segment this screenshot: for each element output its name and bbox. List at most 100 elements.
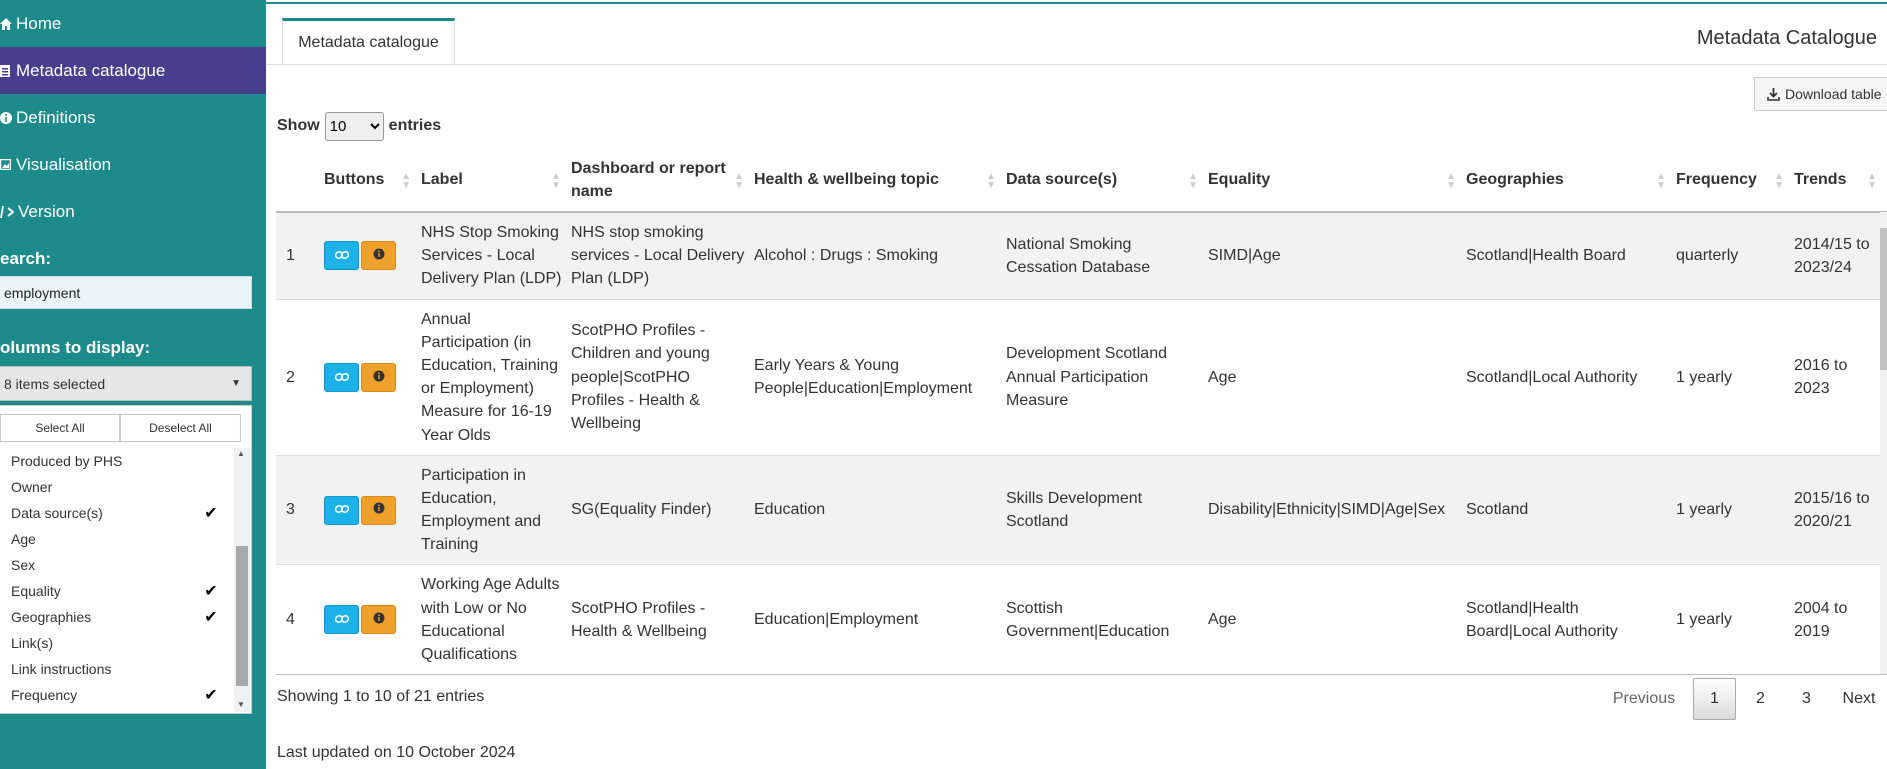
column-header[interactable]: Frequency ▲ ▼ [1676, 150, 1794, 213]
option-label: Link(s) [11, 635, 54, 651]
column-option[interactable]: Data source(s) ✔ [11, 500, 221, 526]
table-info: Showing 1 to 10 of 21 entries [277, 688, 485, 705]
column-option[interactable]: Link instructions [11, 656, 221, 682]
sort-icon: ▲ ▼ [1188, 170, 1198, 191]
geographies-cell: Scotland|Health Board [1466, 211, 1676, 300]
option-label: Link instructions [11, 661, 112, 677]
last-updated-text: Last updated on 10 October 2024 [277, 744, 516, 761]
page-button-1[interactable]: 1 [1693, 678, 1736, 720]
nav-metadata-catalogue[interactable]: Metadata catalogue [0, 47, 266, 94]
label-cell: Working Age Adults with Low or No Educat… [421, 564, 571, 674]
nav-definitions[interactable]: Definitions [0, 94, 266, 141]
sort-icon: ▲ ▼ [1446, 170, 1456, 191]
dashboard-cell: ScotPHO Profiles - Children and young pe… [571, 298, 754, 456]
nav-home[interactable]: Home [0, 0, 266, 47]
column-option[interactable]: Geographies ✔ [11, 604, 221, 630]
column-header[interactable]: Dashboard or report name ▲ ▼ [571, 150, 754, 213]
search-input[interactable] [0, 276, 252, 309]
nav-version[interactable]: Version [0, 188, 266, 235]
sidebar: Home Metadata catalogue Definitions Visu… [0, 0, 266, 769]
column-header-text: Frequency [1676, 171, 1757, 189]
topic-cell: Early Years & Young People|Education|Emp… [754, 298, 1006, 456]
tab-metadata-catalogue[interactable]: Metadata catalogue [282, 18, 455, 64]
previous-page-button[interactable]: Previous [1604, 678, 1684, 720]
column-option[interactable]: Age [11, 526, 221, 552]
download-table-button[interactable]: Download table [1754, 77, 1887, 111]
geographies-cell: Scotland [1466, 454, 1676, 565]
code-icon [0, 205, 14, 219]
columns-select[interactable]: 8 items selected ▼ [0, 366, 252, 401]
table-scrollbar-thumb[interactable] [1880, 228, 1887, 370]
column-header-text: Trends [1794, 171, 1847, 189]
options-scrollbar-thumb[interactable] [236, 546, 248, 686]
next-page-button[interactable]: Next [1834, 678, 1884, 720]
frequency-cell: quarterly [1676, 211, 1794, 300]
column-header[interactable]: Equality ▲ ▼ [1208, 150, 1466, 213]
dashboard-cell: NHS stop smoking services - Local Delive… [571, 211, 754, 300]
table-header-row: Buttons ▲ ▼ Label ▲ ▼ Dashboard or report na… [276, 150, 1887, 213]
source-cell: Scottish Government|Education [1006, 564, 1208, 674]
column-header[interactable]: Buttons ▲ ▼ [324, 150, 421, 213]
home-icon [0, 17, 12, 31]
check-icon: ✔ [204, 505, 218, 522]
download-icon [1767, 87, 1780, 101]
buttons-cell [324, 454, 421, 565]
link-button[interactable] [324, 241, 359, 271]
tab-divider [266, 64, 1887, 65]
sort-icon: ▲ ▼ [1867, 170, 1877, 191]
deselect-all-button[interactable]: Deselect All [120, 414, 241, 442]
column-option[interactable]: Frequency ✔ [11, 682, 221, 708]
topic-cell: Alcohol : Drugs : Smoking [754, 211, 1006, 300]
scroll-up-icon[interactable]: ▲ [237, 449, 245, 458]
link-button[interactable] [324, 605, 359, 635]
row-number: 3 [276, 454, 324, 565]
table-icon [0, 64, 12, 78]
frequency-cell: 1 yearly [1676, 564, 1794, 674]
column-header[interactable]: Label ▲ ▼ [421, 150, 571, 213]
trends-cell: 2004 to 2019 [1794, 564, 1887, 674]
catalogue-table: Buttons ▲ ▼ Label ▲ ▼ Dashboard or report na… [276, 150, 1887, 674]
column-option[interactable]: Link(s) [11, 630, 221, 656]
info-button[interactable] [361, 495, 396, 525]
option-label: Produced by PHS [11, 453, 123, 469]
label-cell: Annual Participation (in Education, Trai… [421, 298, 571, 456]
column-option[interactable]: Produced by PHS [11, 448, 221, 474]
column-header[interactable]: Geographies ▲ ▼ [1466, 150, 1676, 213]
topic-cell: Education [754, 454, 1006, 565]
column-header [276, 150, 324, 213]
link-button[interactable] [324, 495, 359, 525]
column-header[interactable]: Trends ▲ ▼ [1794, 150, 1887, 213]
select-all-button[interactable]: Select All [0, 414, 120, 442]
info-button[interactable] [361, 241, 396, 271]
info-button[interactable] [361, 605, 396, 635]
info-icon [373, 498, 385, 521]
table-row: 2 Annual Participation (in Education, Tr… [276, 298, 1887, 456]
check-icon: ✔ [204, 583, 218, 600]
catalogue-table-container: Buttons ▲ ▼ Label ▲ ▼ Dashboard or report na… [276, 150, 1887, 674]
page-button-2[interactable]: 2 [1739, 678, 1782, 720]
column-option[interactable]: Sex [11, 552, 221, 578]
page-button-3[interactable]: 3 [1785, 678, 1828, 720]
column-header[interactable]: Data source(s) ▲ ▼ [1006, 150, 1208, 213]
table-row: 4 Working Age Adults with Low or No Educ… [276, 564, 1887, 674]
link-button[interactable] [324, 362, 359, 392]
info-button[interactable] [361, 362, 396, 392]
columns-selected-text: 8 items selected [4, 375, 106, 392]
info-icon [373, 608, 385, 631]
entries-select[interactable]: 10 [324, 111, 384, 141]
column-option[interactable]: Equality ✔ [11, 578, 221, 604]
frequency-cell: 1 yearly [1676, 454, 1794, 565]
column-header[interactable]: Health & wellbeing topic ▲ ▼ [754, 150, 1006, 213]
column-option[interactable]: Owner [11, 474, 221, 500]
source-cell: National Smoking Cessation Database [1006, 211, 1208, 300]
nav-label: Visualisation [16, 154, 112, 174]
link-icon [334, 366, 349, 389]
equality-cell: Disability|Ethnicity|SIMD|Age|Sex [1208, 454, 1466, 565]
nav-visualisation[interactable]: Visualisation [0, 141, 266, 188]
page-title: Metadata Catalogue [1696, 27, 1877, 49]
caret-down-icon: ▼ [231, 378, 241, 389]
frequency-cell: 1 yearly [1676, 298, 1794, 456]
buttons-cell [324, 564, 421, 674]
trends-cell: 2015/16 to 2020/21 [1794, 454, 1887, 565]
scroll-down-icon[interactable]: ▼ [237, 700, 245, 709]
